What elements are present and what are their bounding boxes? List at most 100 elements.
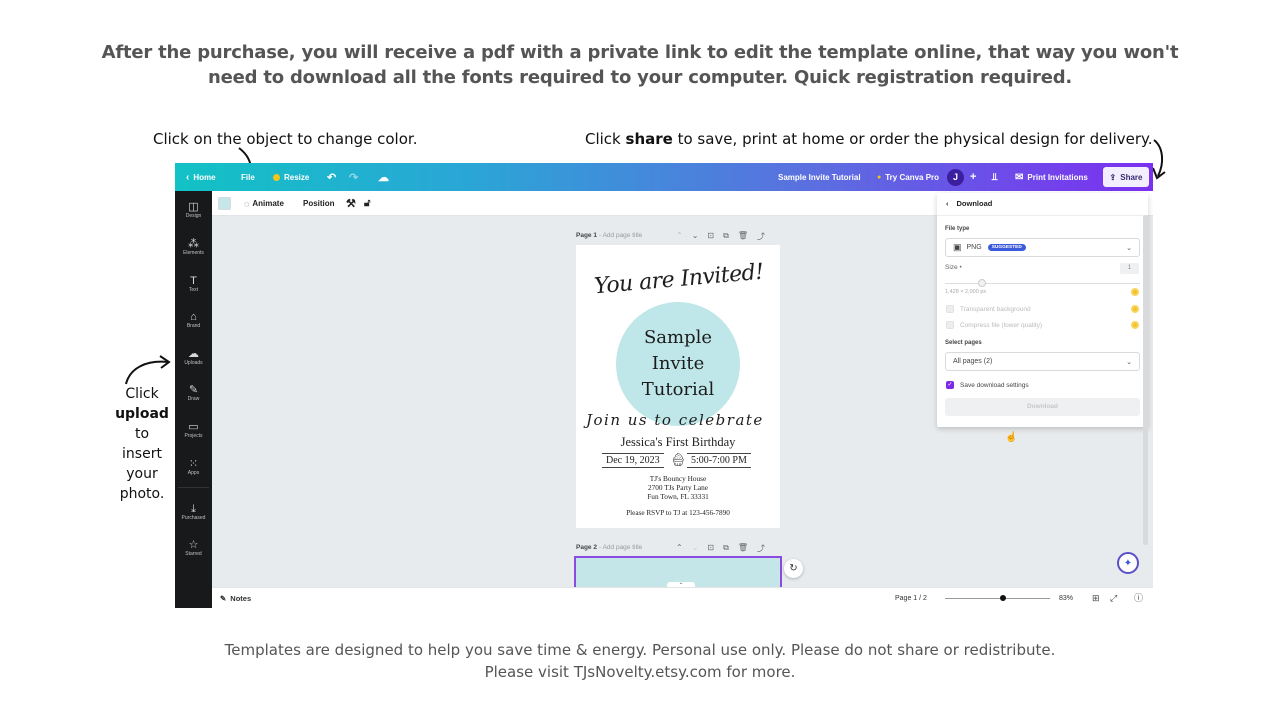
sidebar-item-apps[interactable]: ⁙ Apps [175, 458, 212, 476]
invite-time[interactable]: 5:00-7:00 PM [687, 453, 751, 468]
position-label: Position [303, 199, 335, 208]
zoom-level[interactable]: 83% [1059, 588, 1073, 608]
size-slider-track[interactable] [945, 283, 1140, 284]
sidebar-item-uploads[interactable]: ☁ Uploads [175, 348, 212, 366]
refresh-icon: ↻ [789, 563, 798, 574]
cupcake-icon[interactable]: 🧁︎ [670, 452, 687, 468]
position-button[interactable]: Position [303, 191, 335, 216]
magic-assistant-button[interactable]: ✦ [1117, 552, 1139, 574]
try-pro-label: Try Canva Pro [885, 172, 940, 182]
size-input[interactable]: 1 [1120, 263, 1139, 274]
file-type-label: File type [945, 226, 970, 232]
sidebar-label: Brand [186, 323, 201, 329]
sidebar-item-draw[interactable]: ✎ Draw [175, 384, 212, 402]
invite-join-text[interactable]: Join us to celebrate [586, 411, 764, 429]
lock-icon[interactable]: ⊡ [707, 231, 714, 242]
page-1-title-input[interactable]: - Add page title [599, 232, 642, 239]
invite-city: Fun Town, FL 33331 [647, 492, 709, 502]
back-chevron-icon[interactable]: ‹ [946, 199, 949, 208]
file-type-select[interactable]: ▣ PNG SUGGESTED ⌄ [945, 238, 1140, 257]
resize-button[interactable]: Resize [273, 163, 309, 191]
page-1-label: Page 1 [576, 232, 597, 239]
invite-rsvp[interactable]: Please RSVP to TJ at 123-456-7890 [576, 509, 780, 517]
sidebar-item-projects[interactable]: ▭ Projects [175, 421, 212, 439]
compress-checkbox[interactable]: Compress file (lower quality) [946, 321, 1042, 329]
insights-button[interactable]: ⫫ [992, 163, 998, 191]
trash-icon[interactable]: 🗑︎ [738, 543, 748, 554]
sidebar-label: Apps [187, 470, 200, 476]
download-panel-title: Download [956, 199, 993, 208]
zoom-slider-thumb[interactable] [999, 595, 1006, 601]
help-icon: ⓘ [1134, 593, 1144, 603]
headline: After the purchase, you will receive a p… [0, 40, 1280, 90]
invite-name[interactable]: Jessica's First Birthday [576, 435, 780, 450]
sidebar-item-brand[interactable]: ⌂ Brand [175, 311, 212, 329]
duplicate-icon[interactable]: ⧉ [723, 231, 729, 242]
sidebar-item-design[interactable]: ◫ Design [175, 201, 212, 219]
add-page-icon[interactable]: ⤴ [757, 543, 765, 554]
compress-label: Compress file (lower quality) [960, 321, 1042, 329]
invite-address[interactable]: TJ's Bouncy House 2700 TJs Party Lane Fu… [576, 474, 780, 502]
sidebar-divider [178, 487, 209, 488]
zoom-slider-track[interactable] [945, 598, 1050, 599]
top-bar: ‹ Home File Resize ↶ ↷ ☁ Sample Invite T… [175, 163, 1153, 191]
refresh-button[interactable]: ↻ [784, 559, 803, 578]
cloud-save-button[interactable]: ☁ [378, 163, 389, 191]
invite-circle[interactable]: Sample Invite Tutorial [616, 302, 740, 426]
fullscreen-button[interactable]: ⤢ [1110, 588, 1117, 608]
pages-select[interactable]: All pages (2) ⌄ [945, 352, 1140, 371]
add-collaborator-button[interactable]: + [970, 163, 976, 191]
grid-view-button[interactable]: ⊞ [1092, 588, 1100, 608]
size-slider-thumb[interactable] [978, 279, 987, 287]
footer-line-2: Please visit TJsNovelty.etsy.com for mor… [484, 663, 796, 681]
trash-icon[interactable]: 🗑︎ [738, 231, 748, 242]
transparent-bg-label: Transparent background [960, 305, 1031, 313]
lock-button[interactable]: 🔓︎ [364, 191, 370, 216]
save-settings-checkbox[interactable]: ✓ Save download settings [946, 381, 1029, 389]
lock-icon[interactable]: ⊡ [707, 543, 714, 554]
footer-line-1: Templates are designed to help you save … [224, 641, 1056, 659]
page-1-canvas[interactable]: You are Invited! Sample Invite Tutorial … [576, 245, 780, 528]
headline-line-2: need to download all the fonts required … [207, 67, 1073, 88]
transparent-bg-checkbox[interactable]: Transparent background [946, 305, 1031, 313]
sparkle-icon: ✦ [1123, 557, 1133, 569]
notes-button[interactable]: ✎ Notes [220, 588, 251, 608]
vertical-scrollbar[interactable] [1143, 215, 1148, 545]
undo-button[interactable]: ↶ [327, 163, 336, 191]
redo-button[interactable]: ↷ [349, 163, 358, 191]
invite-date[interactable]: Dec 19, 2023 [602, 453, 664, 468]
page-indicator[interactable]: Page 1 / 2 [895, 588, 927, 608]
download-icon: ⤓ [191, 503, 196, 515]
bar-chart-icon: ⫫ [992, 171, 998, 183]
user-avatar-button[interactable]: J [947, 163, 964, 191]
file-menu[interactable]: File [241, 163, 255, 191]
color-swatch-button[interactable] [218, 197, 231, 210]
left-sidebar: ◫ Design ⁂ Elements T Text ⌂ Brand ☁ Uploads … [175, 191, 212, 608]
print-invitations-button[interactable]: ✉ Print Invitations [1015, 163, 1088, 191]
paint-roller-button[interactable]: ⚒ [346, 191, 356, 216]
plus-icon: + [970, 171, 977, 183]
try-pro-button[interactable]: ● Try Canva Pro [877, 163, 939, 191]
shapes-icon: ⁂ [188, 238, 199, 250]
sidebar-item-starred[interactable]: ☆ Starred [175, 539, 212, 557]
duplicate-icon[interactable]: ⧉ [723, 543, 729, 554]
download-button[interactable]: Download [945, 398, 1140, 416]
help-button[interactable]: ⓘ [1134, 588, 1143, 608]
sidebar-item-text[interactable]: T Text [175, 275, 212, 293]
sidebar-item-elements[interactable]: ⁂ Elements [175, 238, 212, 256]
share-button[interactable]: ⇪ Share [1103, 167, 1149, 187]
page-2-title-input[interactable]: - Add page title [599, 544, 642, 551]
chevron-up-icon[interactable]: ⌃ [676, 543, 683, 554]
download-panel-header[interactable]: ‹ Download [946, 199, 992, 208]
save-settings-label: Save download settings [960, 381, 1029, 389]
animate-button[interactable]: ◌ Animate [244, 191, 284, 216]
invite-title[interactable]: You are Invited! [593, 260, 764, 300]
chevron-down-icon[interactable]: ⌄ [692, 543, 699, 554]
sidebar-label: Text [188, 287, 199, 293]
add-page-icon[interactable]: ⤴ [757, 231, 765, 242]
document-title[interactable]: Sample Invite Tutorial [778, 163, 861, 191]
home-button[interactable]: ‹ Home [186, 163, 216, 191]
chevron-up-icon[interactable]: ⌃ [676, 231, 683, 242]
sidebar-item-purchased[interactable]: ⤓ Purchased [175, 503, 212, 521]
chevron-down-icon[interactable]: ⌄ [692, 231, 699, 242]
